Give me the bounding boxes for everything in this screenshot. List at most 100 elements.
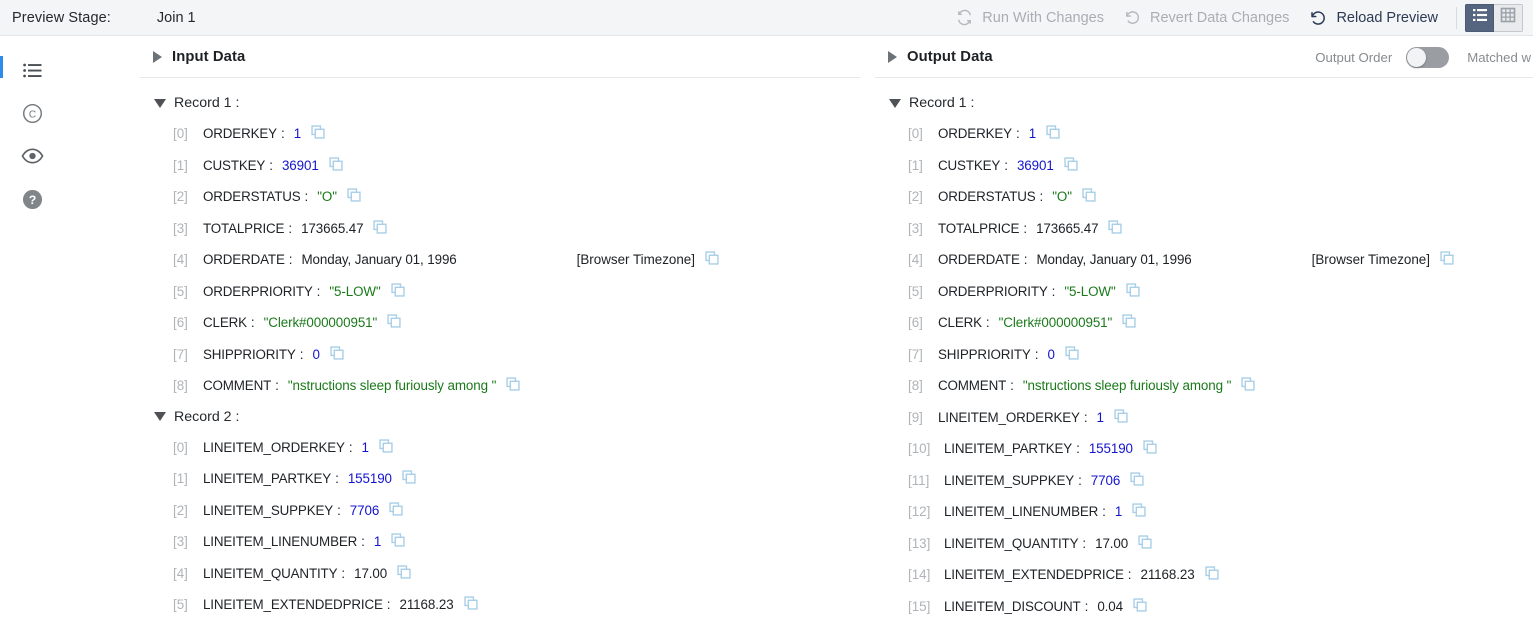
field-value[interactable]: 1 xyxy=(374,534,381,549)
field-name: CLERK xyxy=(938,315,982,330)
field-index: [4] xyxy=(173,252,197,267)
copy-icon[interactable] xyxy=(1114,409,1128,426)
field-value[interactable]: 36901 xyxy=(282,158,319,173)
copy-icon[interactable] xyxy=(705,251,719,268)
field-value[interactable]: 1 xyxy=(1115,504,1122,519)
field-value[interactable]: 7706 xyxy=(1091,473,1120,488)
field-value[interactable]: "O" xyxy=(317,189,337,204)
rail-item-columns[interactable]: C xyxy=(0,99,64,132)
record-header[interactable]: Record 2 : xyxy=(140,402,860,432)
triangle-down-icon[interactable] xyxy=(889,99,901,108)
field-value[interactable]: "5-LOW" xyxy=(329,284,380,299)
field-index: [1] xyxy=(908,158,932,173)
copy-icon[interactable] xyxy=(1440,251,1454,268)
copy-icon[interactable] xyxy=(347,188,361,205)
field-value[interactable]: 17.00 xyxy=(354,566,387,581)
record-header[interactable]: Record 1 : xyxy=(140,88,860,118)
field-value[interactable]: 173665.47 xyxy=(301,221,363,236)
field-colon: : xyxy=(1128,567,1132,582)
field-index: [3] xyxy=(173,221,197,236)
field-value[interactable]: "5-LOW" xyxy=(1064,284,1115,299)
field-value[interactable]: "O" xyxy=(1052,189,1072,204)
output-data-panel: Output Data Output Order Matched w Recor… xyxy=(875,37,1533,637)
copy-icon[interactable] xyxy=(373,220,387,237)
copy-icon[interactable] xyxy=(329,157,343,174)
field-name: LINEITEM_LINENUMBER xyxy=(944,504,1098,519)
field-name: LINEITEM_SUPPKEY xyxy=(203,503,333,518)
copy-icon[interactable] xyxy=(1130,472,1144,489)
field-value[interactable]: Monday, January 01, 1996 xyxy=(1036,252,1191,267)
grid-view-toggle-button[interactable] xyxy=(1494,4,1523,32)
copy-icon[interactable] xyxy=(1132,503,1146,520)
copy-icon[interactable] xyxy=(330,346,344,363)
copy-icon[interactable] xyxy=(1082,188,1096,205)
triangle-down-icon[interactable] xyxy=(154,99,166,108)
field-row: [13]LINEITEM_QUANTITY:17.00 xyxy=(875,528,1533,560)
field-value[interactable]: 1 xyxy=(1029,126,1036,141)
copy-icon[interactable] xyxy=(1108,220,1122,237)
field-value[interactable]: "Clerk#000000951" xyxy=(264,315,378,330)
revert-data-changes-label: Revert Data Changes xyxy=(1150,10,1289,26)
copy-icon[interactable] xyxy=(506,377,520,394)
copy-icon[interactable] xyxy=(391,533,405,550)
copy-icon[interactable] xyxy=(311,125,325,142)
revert-data-changes-button[interactable]: Revert Data Changes xyxy=(1114,0,1299,36)
copy-icon[interactable] xyxy=(1138,535,1152,552)
copy-icon[interactable] xyxy=(379,439,393,456)
triangle-right-icon[interactable] xyxy=(888,51,897,63)
field-value[interactable]: 21168.23 xyxy=(1140,567,1194,582)
field-value[interactable]: 1 xyxy=(294,126,301,141)
copy-icon[interactable] xyxy=(1133,598,1147,615)
copy-icon[interactable] xyxy=(391,283,405,300)
triangle-right-icon[interactable] xyxy=(153,51,162,63)
field-row: [12]LINEITEM_LINENUMBER:1 xyxy=(875,496,1533,528)
field-value[interactable]: 1 xyxy=(362,440,369,455)
field-value[interactable]: Monday, January 01, 1996 xyxy=(301,252,456,267)
field-value[interactable]: "nstructions sleep furiously among " xyxy=(288,378,496,393)
preview-stage-value[interactable]: Join 1 xyxy=(157,10,196,26)
field-value[interactable]: 173665.47 xyxy=(1036,221,1098,236)
field-value[interactable]: "Clerk#000000951" xyxy=(999,315,1113,330)
field-value[interactable]: 0 xyxy=(312,347,319,362)
field-value[interactable]: 1 xyxy=(1097,410,1104,425)
copy-icon[interactable] xyxy=(1122,314,1136,331)
rail-item-help[interactable]: ? xyxy=(0,185,64,218)
field-value[interactable]: "nstructions sleep furiously among " xyxy=(1023,378,1231,393)
field-row: [4]ORDERDATE:Monday, January 01, 1996[Br… xyxy=(875,244,1533,276)
copy-icon[interactable] xyxy=(1205,566,1219,583)
field-row: [1]CUSTKEY:36901 xyxy=(140,150,860,182)
field-row: [3]TOTALPRICE:173665.47 xyxy=(875,213,1533,245)
field-value[interactable]: 0.04 xyxy=(1097,599,1123,614)
copy-icon[interactable] xyxy=(1064,157,1078,174)
triangle-down-icon[interactable] xyxy=(154,412,166,421)
copy-icon[interactable] xyxy=(397,565,411,582)
field-name: LINEITEM_PARTKEY xyxy=(944,441,1072,456)
field-value[interactable]: 155190 xyxy=(1089,441,1133,456)
output-order-toggle[interactable] xyxy=(1406,47,1449,68)
copy-icon[interactable] xyxy=(464,596,478,613)
rail-item-list[interactable] xyxy=(0,56,64,89)
field-value[interactable]: 17.00 xyxy=(1095,536,1128,551)
field-value[interactable]: 155190 xyxy=(348,471,392,486)
field-row: [5]LINEITEM_EXTENDEDPRICE:21168.23 xyxy=(140,589,860,621)
field-value[interactable]: 0 xyxy=(1047,347,1054,362)
rail-item-preview[interactable] xyxy=(0,142,64,175)
copy-icon[interactable] xyxy=(1126,283,1140,300)
copy-icon[interactable] xyxy=(1143,440,1157,457)
field-value[interactable]: 36901 xyxy=(1017,158,1054,173)
field-value[interactable]: 7706 xyxy=(350,503,379,518)
copy-icon[interactable] xyxy=(1046,125,1060,142)
field-value[interactable]: 21168.23 xyxy=(399,597,453,612)
reload-preview-button[interactable]: Reload Preview xyxy=(1299,0,1448,36)
run-with-changes-button[interactable]: Run With Changes xyxy=(946,0,1114,36)
record-header[interactable]: Record 1 : xyxy=(875,88,1533,118)
field-name: LINEITEM_SUPPKEY xyxy=(944,473,1074,488)
copy-icon[interactable] xyxy=(389,502,403,519)
copy-icon[interactable] xyxy=(1241,377,1255,394)
input-data-header[interactable]: Input Data xyxy=(140,37,860,78)
copy-icon[interactable] xyxy=(1065,346,1079,363)
list-view-toggle-button[interactable] xyxy=(1465,4,1494,32)
copy-icon[interactable] xyxy=(402,470,416,487)
field-index: [13] xyxy=(908,536,938,551)
copy-icon[interactable] xyxy=(387,314,401,331)
